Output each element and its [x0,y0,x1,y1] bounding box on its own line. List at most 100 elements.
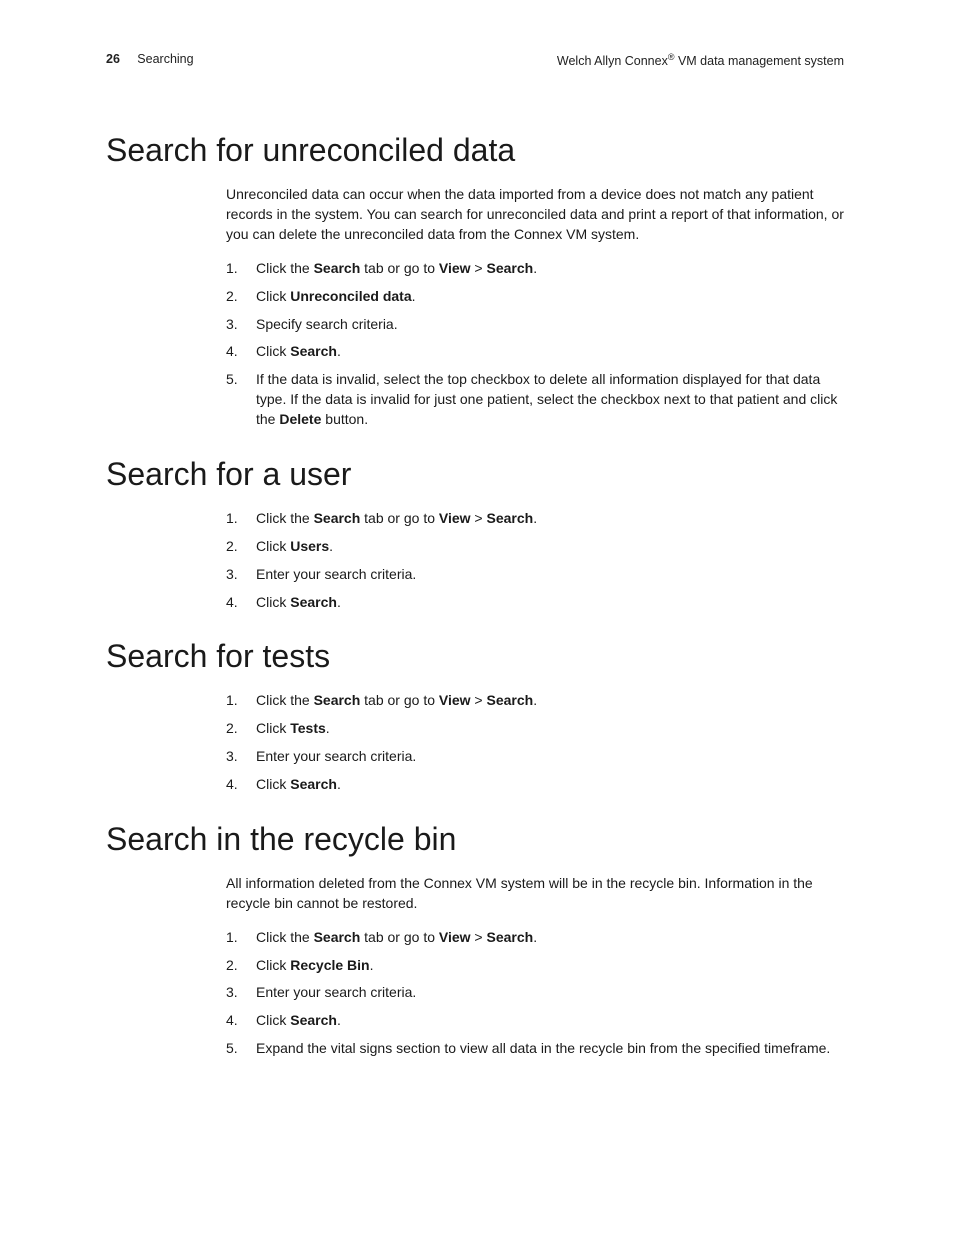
text-run: tab or go to [360,510,439,526]
text-run: Tests [290,720,326,736]
text-run: Click [256,957,290,973]
text-run: . [337,776,341,792]
text-run: Unreconciled data [290,288,411,304]
text-run: View [439,510,471,526]
text-run: Search [314,510,361,526]
text-run: . [533,260,537,276]
header-right: Welch Allyn Connex® VM data management s… [557,52,844,68]
text-run: Expand the vital signs section to view a… [256,1040,830,1056]
text-run: Click [256,720,290,736]
text-run: Click the [256,929,314,945]
text-run: Search [290,343,337,359]
step-item: Click Unreconciled data. [226,287,844,307]
step-item: If the data is invalid, select the top c… [226,370,844,430]
text-run: Search [487,260,534,276]
text-run: > [471,510,487,526]
step-list: Click the Search tab or go to View > Sea… [226,509,844,613]
step-item: Expand the vital signs section to view a… [226,1039,844,1059]
product-suffix: VM data management system [674,54,844,68]
section: Search for a user Click the Search tab or… [106,456,844,613]
step-item: Click Search. [226,593,844,613]
section: Search for tests Click the Search tab or … [106,638,844,795]
text-run: Search [290,594,337,610]
text-run: Delete [279,411,321,427]
intro-paragraph: All information deleted from the Connex … [226,874,844,914]
step-list: Click the Search tab or go to View > Sea… [226,691,844,795]
page-number: 26 [106,52,120,66]
step-item: Click the Search tab or go to View > Sea… [226,691,844,711]
text-run: Click the [256,510,314,526]
section: Search in the recycle bin All information… [106,821,844,1059]
step-item: Click the Search tab or go to View > Sea… [226,259,844,279]
text-run: tab or go to [360,692,439,708]
text-run: Specify search criteria. [256,316,398,332]
text-run: Click [256,288,290,304]
section-heading: Search in the recycle bin [106,821,844,858]
intro-paragraph: Unreconciled data can occur when the dat… [226,185,844,245]
text-run: Enter your search criteria. [256,566,416,582]
step-item: Click the Search tab or go to View > Sea… [226,509,844,529]
text-run: > [471,692,487,708]
text-run: Search [314,692,361,708]
step-list: Click the Search tab or go to View > Sea… [226,259,844,430]
section: Search for unreconciled data Unreconciled… [106,132,844,430]
section-heading: Search for tests [106,638,844,675]
text-run: Enter your search criteria. [256,748,416,764]
text-run: View [439,260,471,276]
text-run: Search [487,929,534,945]
step-item: Click Recycle Bin. [226,956,844,976]
text-run: > [471,260,487,276]
step-item: Click Search. [226,775,844,795]
section-content: Click the Search tab or go to View > Sea… [226,691,844,795]
step-item: Click Search. [226,342,844,362]
step-item: Click Users. [226,537,844,557]
text-run: Search [314,260,361,276]
step-item: Enter your search criteria. [226,565,844,585]
step-item: Specify search criteria. [226,315,844,335]
text-run: View [439,929,471,945]
section-content: Unreconciled data can occur when the dat… [226,185,844,430]
step-item: Click Search. [226,1011,844,1031]
text-run: tab or go to [360,929,439,945]
text-run: Recycle Bin [290,957,369,973]
text-run: button. [321,411,368,427]
text-run: tab or go to [360,260,439,276]
text-run: Search [290,776,337,792]
text-run: Click the [256,692,314,708]
text-run: Click [256,1012,290,1028]
text-run: Users [290,538,329,554]
text-run: Search [314,929,361,945]
text-run: . [370,957,374,973]
section-heading: Search for unreconciled data [106,132,844,169]
text-run: Click the [256,260,314,276]
product-prefix: Welch Allyn Connex [557,54,668,68]
step-item: Click Tests. [226,719,844,739]
section-content: All information deleted from the Connex … [226,874,844,1059]
text-run: Click [256,538,290,554]
text-run: Search [487,692,534,708]
step-item: Click the Search tab or go to View > Sea… [226,928,844,948]
header-section: Searching [137,52,193,66]
text-run: > [471,929,487,945]
text-run: . [533,929,537,945]
text-run: . [337,1012,341,1028]
section-heading: Search for a user [106,456,844,493]
text-run: Click [256,776,290,792]
text-run: Enter your search criteria. [256,984,416,1000]
text-run: . [329,538,333,554]
text-run: Click [256,594,290,610]
text-run: . [412,288,416,304]
text-run: . [326,720,330,736]
text-run: . [533,510,537,526]
text-run: Click [256,343,290,359]
header-left: 26 Searching [106,52,194,68]
step-item: Enter your search criteria. [226,747,844,767]
text-run: . [337,343,341,359]
text-run: Search [290,1012,337,1028]
page-header: 26 Searching Welch Allyn Connex® VM data… [106,52,844,68]
step-item: Enter your search criteria. [226,983,844,1003]
text-run: . [533,692,537,708]
step-list: Click the Search tab or go to View > Sea… [226,928,844,1059]
section-content: Click the Search tab or go to View > Sea… [226,509,844,613]
text-run: . [337,594,341,610]
